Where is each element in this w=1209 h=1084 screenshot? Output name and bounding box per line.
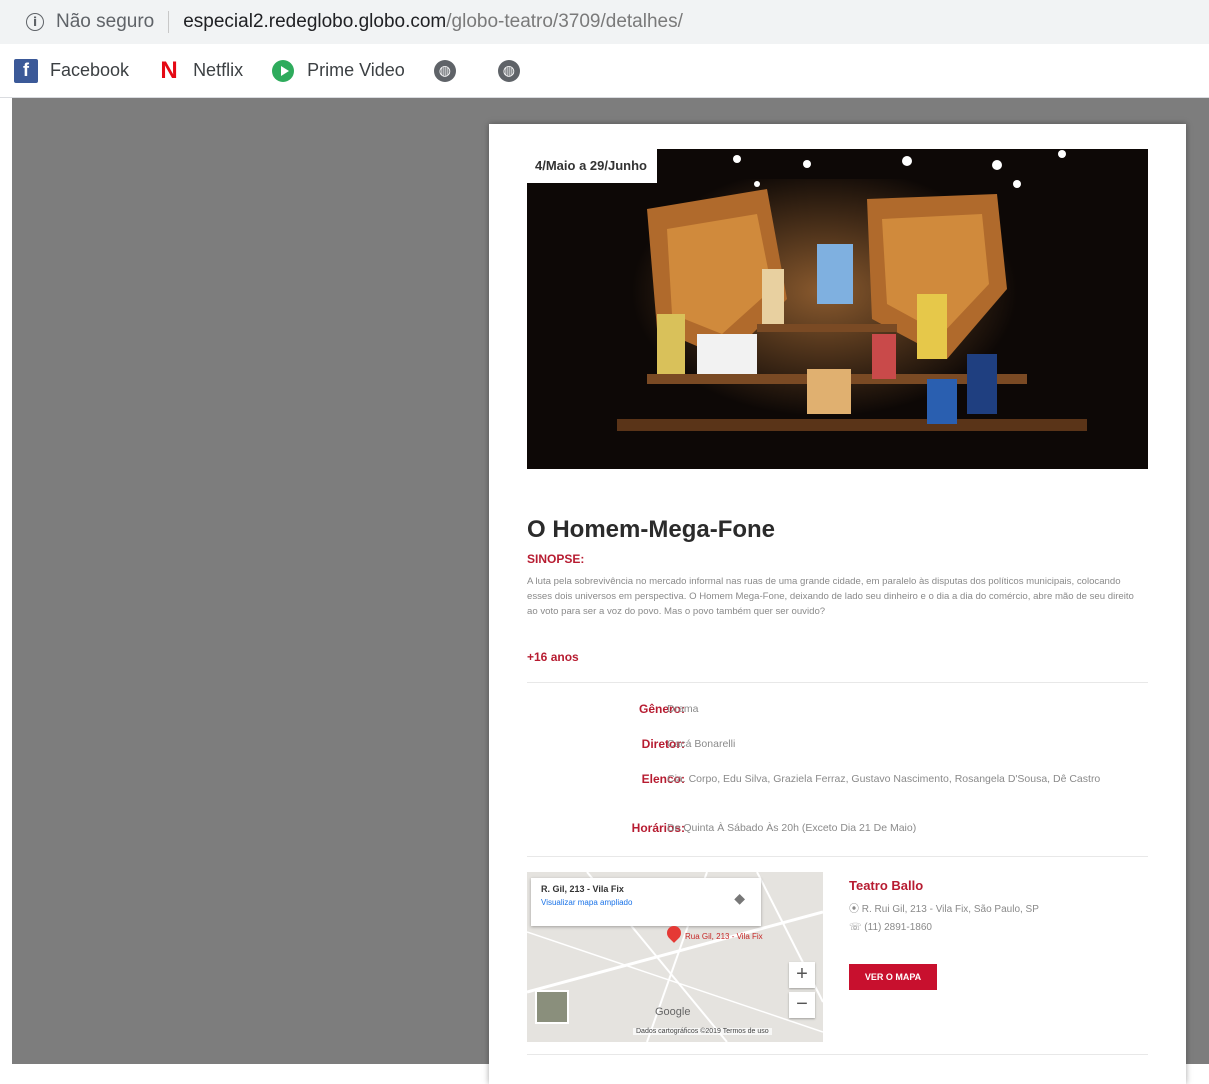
venue-phone: ☏ (11) 2891-1860 [849,922,932,933]
zoom-in-button[interactable]: + [789,962,815,988]
bookmark-netflix[interactable]: N Netflix [157,56,244,84]
location-icon: ⦿ [849,904,862,915]
url-path[interactable]: /globo-teatro/3709/detalhes/ [446,11,683,33]
phone-icon: ☏ [849,922,865,933]
venue-address-text: R. Rui Gil, 213 - Vila Fix, São Paulo, S… [861,904,1039,915]
venue-map[interactable]: R. Gil, 213 - Vila Fix Visualizar mapa a… [527,872,823,1042]
map-attribution[interactable]: Dados cartográficos ©2019 Termos de uso [633,1028,772,1035]
google-logo: Google [655,1006,691,1018]
divider [527,856,1148,857]
map-info-popup: R. Gil, 213 - Vila Fix Visualizar mapa a… [531,878,761,926]
detail-value: De Quinta À Sábado Às 20h (Exceto Dia 21… [667,822,917,834]
info-icon[interactable]: i [26,13,44,31]
show-photo: 4/Maio a 29/Junho [527,149,1148,469]
view-map-button[interactable]: VER O MAPA [849,964,937,990]
address-separator [168,11,170,33]
satellite-toggle[interactable] [535,990,569,1024]
address-bar[interactable]: i Não seguro especial2.redeglobo.globo.c… [0,0,1209,44]
venue-phone-text: (11) 2891-1860 [864,922,932,933]
map-popup-address: R. Gil, 213 - Vila Fix [541,884,624,894]
globe-icon: ◍ [497,59,521,83]
date-range-badge: 4/Maio a 29/Junho [527,149,657,183]
synopsis-label: SINOPSE: [527,552,585,566]
bookmark-label: Prime Video [307,60,405,80]
directions-icon[interactable]: ◆ [734,890,745,907]
venue-address: ⦿ R. Rui Gil, 213 - Vila Fix, São Paulo,… [849,900,1039,915]
detail-value: Cia. Corpo, Edu Silva, Graziela Ferraz, … [667,773,1101,785]
bookmarks-bar: f Facebook N Netflix Prime Video ◍ ◍ [0,44,1209,98]
bookmark-globe-1[interactable]: ◍ [433,59,469,83]
url-host[interactable]: especial2.redeglobo.globo.com [183,11,446,33]
stage-photo-illustration [527,149,1148,469]
larger-map-link[interactable]: Visualizar mapa ampliado [541,898,751,907]
divider [527,1054,1148,1055]
show-detail-card: 4/Maio a 29/Junho O Homem-Mega-Fone SINO… [489,124,1186,1084]
bookmark-label: Netflix [193,60,244,80]
synopsis-text: A luta pela sobrevivência no mercado inf… [527,576,1134,617]
bookmark-facebook[interactable]: f Facebook [14,58,130,83]
detail-value: Drama [667,703,699,715]
facebook-icon: f [14,58,38,83]
map-pin-label: Rua Gil, 213 - Vila Fix [685,932,763,941]
bookmark-prime-video[interactable]: Prime Video [271,59,405,83]
bookmark-globe-2[interactable]: ◍ [497,59,533,83]
divider [527,682,1148,683]
prime-video-icon [271,59,295,83]
show-title: O Homem-Mega-Fone [527,516,776,543]
zoom-out-button[interactable]: − [789,992,815,1018]
detail-value: Cacá Bonarelli [667,738,736,750]
netflix-icon: N [160,56,178,84]
age-rating: +16 anos [527,650,579,664]
security-label[interactable]: Não seguro [56,11,154,33]
bookmark-label: Facebook [50,60,130,80]
globe-icon: ◍ [433,59,457,83]
venue-name: Teatro Ballo [849,878,924,893]
